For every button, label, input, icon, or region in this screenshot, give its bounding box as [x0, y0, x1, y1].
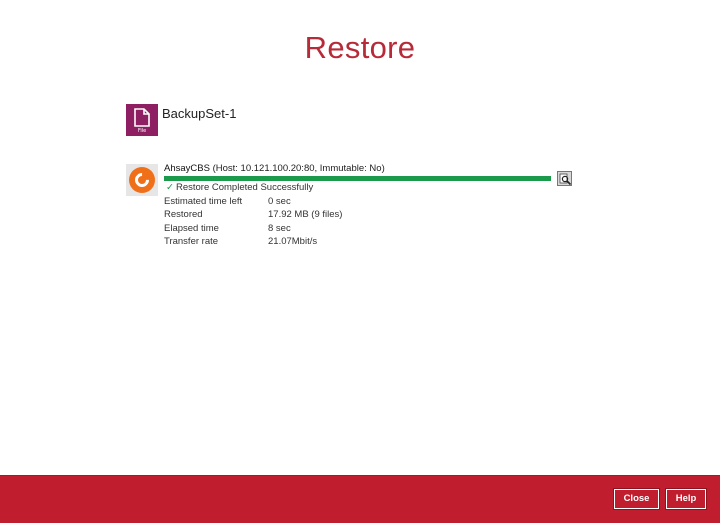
backupset-name: BackupSet-1: [162, 106, 237, 121]
footer-bar: Close Help: [0, 475, 720, 523]
stat-label: Elapsed time: [164, 222, 219, 234]
page-title: Restore: [304, 30, 416, 65]
check-icon: ✓: [166, 182, 174, 193]
stat-label: Restored: [164, 209, 203, 221]
stat-label: Transfer rate: [164, 236, 219, 248]
stat-label: Estimated time left: [164, 196, 243, 207]
restore-progress-fill: [164, 176, 551, 181]
logo-circle: [129, 167, 155, 193]
stat-row: Estimated time left 0 sec: [164, 195, 424, 208]
view-log-button[interactable]: [557, 171, 572, 186]
destination-name: AhsayCBS: [164, 163, 210, 174]
magnifier-log-icon: [559, 173, 572, 186]
file-icon: File: [126, 104, 158, 136]
restore-stats: Estimated time left 0 sec Restored 17.92…: [164, 195, 424, 249]
stat-value: 8 sec: [268, 222, 291, 234]
stat-row: Restored 17.92 MB (9 files): [164, 208, 424, 221]
file-tag: File: [137, 128, 147, 134]
restore-progress-bar: [164, 176, 551, 181]
ahsay-logo-icon: [126, 164, 158, 196]
stat-value: 21.07Mbit/s: [268, 236, 318, 248]
stat-row: Elapsed time 8 sec: [164, 222, 424, 235]
restore-status: ✓ Restore Completed Successfully: [166, 182, 313, 193]
destination-details: (Host: 10.121.100.20:80, Immutable: No): [212, 163, 385, 174]
stat-row: Transfer rate 21.07Mbit/s: [164, 235, 424, 248]
stat-value: 0 sec: [268, 196, 291, 207]
close-button[interactable]: Close: [614, 489, 659, 509]
file-glyph: [134, 108, 150, 127]
status-text: Restore Completed Successfully: [175, 182, 314, 193]
stat-value: 17.92 MB (9 files): [268, 209, 343, 221]
help-button[interactable]: Help: [666, 489, 706, 509]
destination-header: AhsayCBS (Host: 10.121.100.20:80, Immuta…: [164, 163, 385, 174]
